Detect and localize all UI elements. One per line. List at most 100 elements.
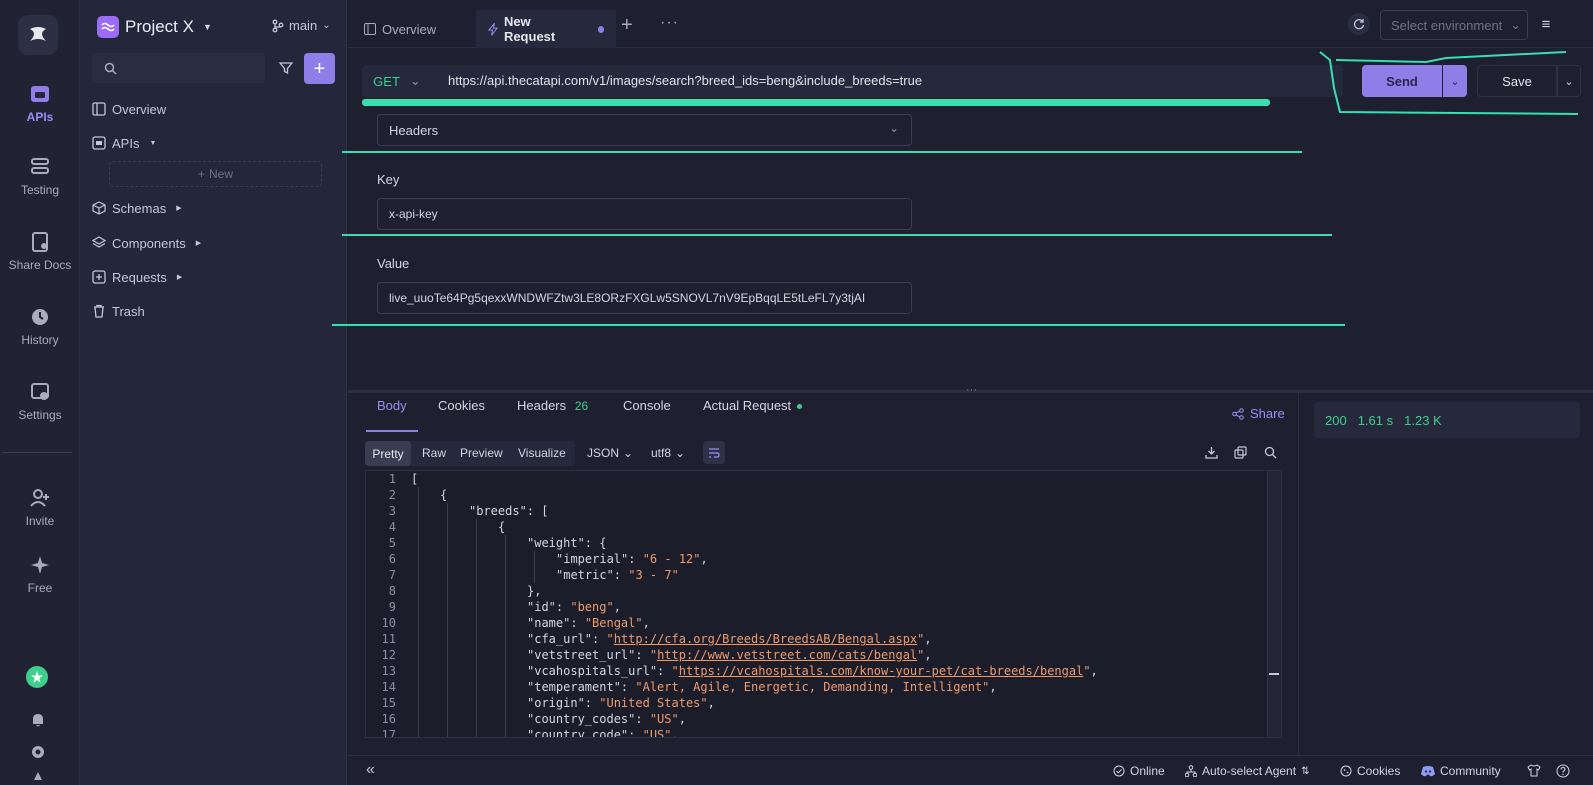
agent-select[interactable]: Auto-select Agent ⇅ [1185,764,1309,778]
tab-cookies[interactable]: Cookies [438,398,485,413]
discord-icon [1421,765,1435,776]
line-number: 3 [388,504,396,518]
sidebar-search[interactable] [92,53,265,83]
collapse-sidebar-icon[interactable]: « [366,761,375,779]
project-switcher[interactable]: Project X ▼ [97,16,212,38]
filter-button[interactable] [271,53,301,83]
view-raw-button[interactable]: Raw [422,446,446,460]
sidebar-item-components[interactable]: Components ▶ [92,232,201,254]
community-link[interactable]: Community [1421,764,1501,778]
rail-invite[interactable]: Invite [0,488,80,528]
plus-icon: + [313,57,326,80]
tab-overview[interactable]: Overview [352,10,448,48]
view-preview-button[interactable]: Preview [460,446,503,460]
drag-handle-icon[interactable]: ··· [966,384,977,396]
testing-icon [31,158,49,174]
help-icon[interactable] [1556,764,1570,778]
response-code-view[interactable]: 1 2 3 4 5 6 7 8 9 10 11 12 13 14 15 16 1… [365,470,1282,738]
headers-count-badge: 26 [574,399,589,413]
new-api-button[interactable]: + New [109,161,322,187]
line-number: 15 [381,696,396,710]
wrap-toggle[interactable] [703,441,725,464]
rail-testing[interactable]: Testing [0,157,80,197]
line-number: 11 [381,632,396,646]
copy-icon[interactable] [1234,446,1247,459]
value-input[interactable]: live_uuoTe64Pg5qexxWNDWFZtw3LE8ORzFXGLw5… [377,282,912,314]
branch-icon [272,19,284,32]
view-visualize-button[interactable]: Visualize [518,446,566,460]
url-input[interactable]: https://api.thecatapi.com/v1/images/sear… [448,73,922,88]
chevron-down-icon: ⌄ [623,446,634,460]
environment-select[interactable]: Select environment ⌄ [1380,10,1528,40]
format-select[interactable]: JSON ⌄ [587,446,633,460]
settings-icon [31,383,49,400]
tab-actual-request[interactable]: Actual Request [703,398,802,413]
tab-new-request[interactable]: New Request [476,10,616,48]
tab-headers[interactable]: Headers 26 [517,398,588,413]
sidebar-item-apis[interactable]: APIs ▼ [92,132,156,154]
invite-icon [30,489,49,507]
chevron-down-icon: ⌄ [1510,17,1522,32]
rail-settings[interactable]: Settings [0,382,80,422]
value-label: Value [377,256,410,271]
online-status[interactable]: Online [1113,764,1165,778]
rail-share-docs[interactable]: Share Docs [0,232,80,272]
trash-icon [94,304,104,318]
cube-icon [92,201,106,215]
shirt-icon[interactable] [1527,764,1541,777]
code-line: "name": "Bengal", [527,616,650,630]
scrollbar-thumb[interactable] [1269,673,1279,675]
search-icon [104,62,117,75]
indent-guide [447,503,448,737]
user-avatar[interactable] [26,666,48,688]
tab-console[interactable]: Console [623,398,671,413]
overview-icon [364,23,376,35]
code-scrollbar[interactable] [1267,471,1281,737]
app-logo[interactable] [18,15,58,55]
sidebar-item-requests[interactable]: Requests ▶ [92,266,182,288]
cookies-button[interactable]: Cookies [1340,764,1400,778]
rail-history[interactable]: History [0,307,80,347]
encoding-select[interactable]: utf8 ⌄ [651,446,685,460]
rail-free[interactable]: Free [0,555,80,595]
rocket-icon[interactable] [30,772,46,785]
refresh-button[interactable] [1348,13,1370,35]
gear-icon[interactable] [30,744,46,760]
code-line: { [440,488,448,502]
apis-icon [31,86,49,102]
key-input[interactable]: x-api-key [377,198,912,230]
bell-icon[interactable] [30,712,46,728]
code-line: "origin": "United States", [527,696,715,710]
sidebar-item-trash[interactable]: Trash [92,300,145,322]
add-button[interactable]: + [304,53,335,84]
auth-type-select[interactable]: Headers ⌄ [377,114,912,146]
rail-apis[interactable]: APIs [0,84,80,124]
indent-guide [534,551,535,583]
view-pretty-button[interactable]: Pretty [365,441,411,466]
chevron-down-icon: ⌄ [888,121,899,135]
sidebar-item-overview[interactable]: Overview [92,98,166,120]
menu-button[interactable]: ≡ [1535,13,1557,35]
search-icon[interactable] [1264,446,1277,459]
caret-down-icon: ▼ [149,139,157,147]
layers-icon [92,236,106,248]
sidebar-item-schemas[interactable]: Schemas ▶ [92,197,182,219]
new-tab-button[interactable]: + [621,15,633,35]
download-icon[interactable] [1205,446,1218,459]
share-button[interactable]: Share [1232,406,1285,421]
caret-right-icon: ▶ [176,274,183,281]
code-line: "vcahospitals_url": "https://vcahospital… [527,664,1098,678]
code-line: "weight": { [527,536,607,550]
history-icon [32,309,48,325]
code-line: [ [411,472,419,486]
indent-guide [476,519,477,737]
annotation-underline [342,234,1332,236]
code-line: { [498,520,506,534]
status-dot-icon [796,404,802,410]
more-tabs-icon[interactable]: ··· [660,14,679,32]
branch-switcher[interactable]: main ⌄ [272,18,331,33]
tab-body[interactable]: Body [377,398,407,413]
code-line: }, [527,584,542,598]
method-select[interactable]: GET ⌄ [362,65,432,97]
tab-bar: Overview New Request + ··· Select enviro… [348,0,1593,48]
